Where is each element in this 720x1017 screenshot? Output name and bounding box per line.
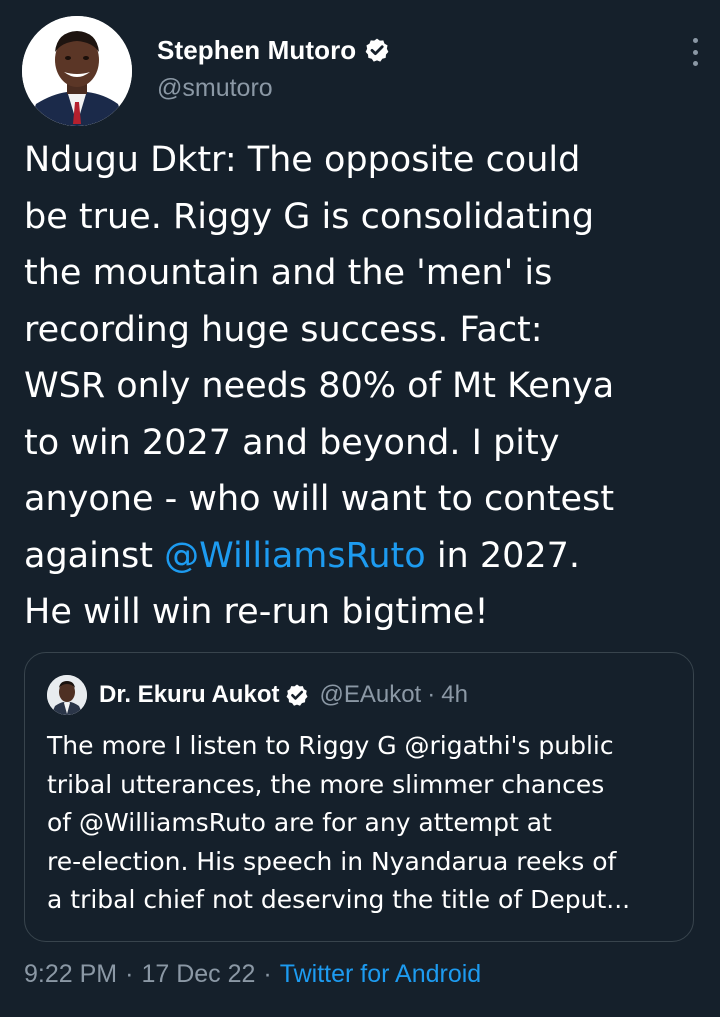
quoted-tweet-text: The more I listen to Riggy G @rigathi's …	[47, 727, 677, 920]
separator-dot: ·	[125, 959, 134, 988]
tweet-header: Stephen Mutoro @smutoro	[22, 16, 702, 128]
tweet-time[interactable]: 9:22 PM	[24, 960, 117, 989]
more-options-icon[interactable]	[688, 34, 702, 70]
separator-dot: ·	[427, 681, 436, 708]
quoted-text-line: a tribal chief not deserving the title o…	[47, 885, 631, 914]
quoted-tweet-time: 4h	[441, 681, 468, 708]
quoted-text-line: The more I listen to Riggy G @rigathi's …	[47, 731, 614, 760]
quoted-tweet[interactable]: Dr. Ekuru Aukot @EAukot · 4h The more I …	[24, 652, 694, 942]
mention-link[interactable]: @WilliamsRuto	[164, 536, 426, 576]
tweet-text-line: to win 2027 and beyond. I pity	[24, 422, 560, 463]
verified-badge-icon	[285, 683, 309, 707]
text-fragment: in 2027.	[425, 535, 581, 576]
tweet-text-line-with-mention: against @WilliamsRuto in 2027.	[24, 528, 704, 585]
quoted-text-line: of @WilliamsRuto are for any attempt at	[47, 808, 552, 837]
author-name[interactable]: Stephen Mutoro	[157, 35, 356, 66]
verified-badge-icon	[364, 37, 390, 63]
tweet-text-line: the mountain and the 'men' is	[24, 253, 553, 293]
more-dot	[692, 49, 698, 55]
separator-dot: ·	[263, 959, 272, 988]
text-fragment: against	[24, 535, 165, 576]
author-info: Stephen Mutoro @smutoro	[157, 32, 390, 103]
more-dot	[692, 38, 698, 43]
tweet: Stephen Mutoro @smutoro Ndugu Dktr: The …	[0, 0, 720, 1017]
tweet-text-line: recording huge success. Fact:	[24, 309, 543, 350]
tweet-source-link[interactable]: Twitter for Android	[280, 960, 481, 989]
quoted-text-line: tribal utterances, the more slimmer chan…	[47, 769, 605, 799]
tweet-text-line: anyone - who will want to contest	[24, 479, 615, 519]
quoted-author-name: Dr. Ekuru Aukot	[99, 681, 280, 708]
quoted-author-avatar	[47, 675, 87, 715]
tweet-text-line: Ndugu Dktr: The opposite could	[24, 140, 581, 180]
tweet-meta: 9:22 PM · 17 Dec 22 · Twitter for Androi…	[24, 956, 481, 992]
quoted-text-line: re-election. His speech in Nyandarua ree…	[47, 846, 617, 876]
quoted-tweet-header: Dr. Ekuru Aukot @EAukot · 4h	[47, 675, 468, 715]
author-name-row: Stephen Mutoro	[157, 32, 390, 68]
more-dot	[692, 61, 698, 66]
quoted-author-handle: @EAukot	[319, 681, 422, 708]
tweet-date[interactable]: 17 Dec 22	[141, 960, 255, 989]
author-handle[interactable]: @smutoro	[157, 74, 390, 103]
author-avatar[interactable]	[22, 16, 132, 126]
tweet-text: Ndugu Dktr: The opposite could be true. …	[24, 132, 704, 641]
tweet-text-line: be true. Riggy G is consolidating	[24, 196, 595, 237]
tweet-text-line: He will win re-run bigtime!	[24, 592, 489, 632]
tweet-text-line: WSR only needs 80% of Mt Kenya	[24, 366, 615, 406]
